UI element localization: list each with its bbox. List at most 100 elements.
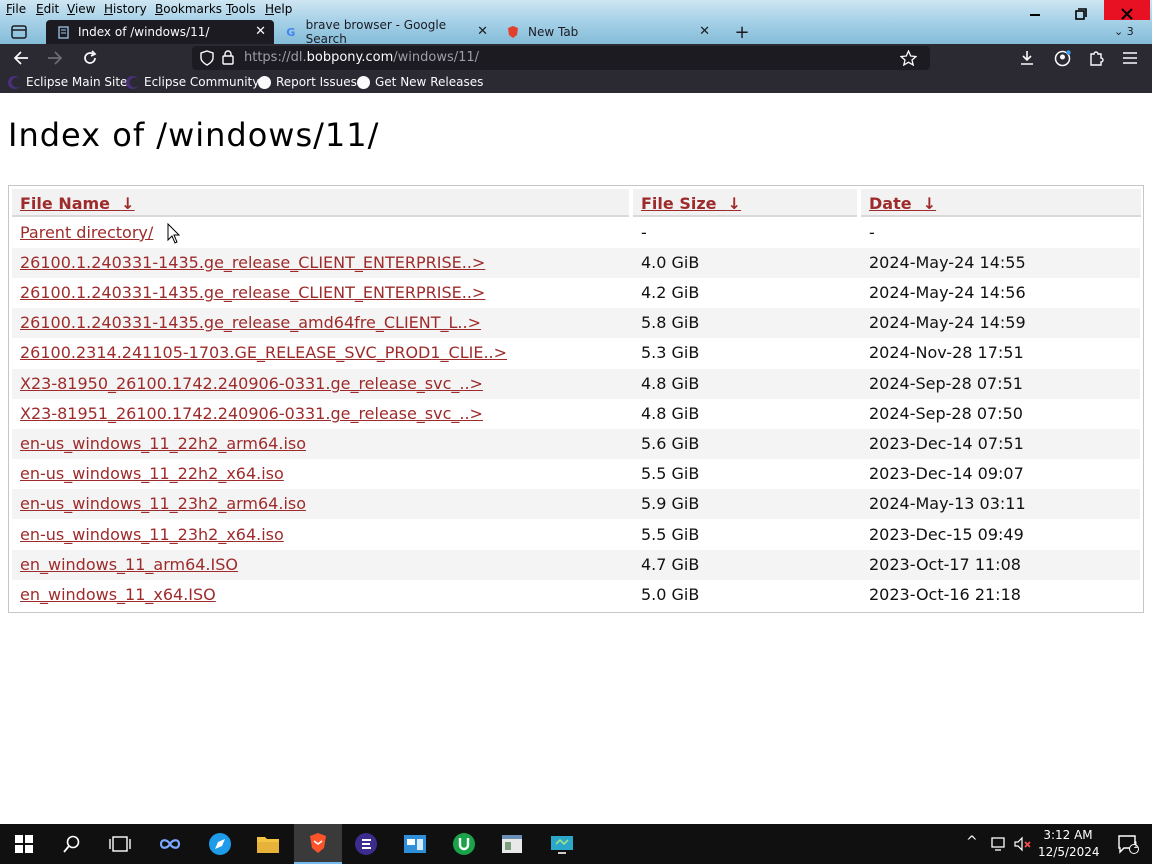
shield-icon[interactable] bbox=[200, 50, 214, 66]
file-date: 2023-Dec-14 07:51 bbox=[869, 434, 1024, 453]
url-prefix: https://dl. bbox=[244, 50, 307, 65]
bookmark-label: Eclipse Main Site bbox=[26, 75, 128, 89]
table-row: en-us_windows_11_22h2_x64.iso 5.5 GiB 20… bbox=[12, 459, 1140, 489]
url-text[interactable]: https://dl.bobpony.com/windows/11/ bbox=[244, 50, 479, 65]
search-button[interactable] bbox=[48, 824, 96, 864]
action-center-button[interactable]: 1 bbox=[1104, 824, 1152, 864]
windows-taskbar: ^ 3:12 AM 12/5/2024 1 bbox=[0, 824, 1152, 864]
tab-google-search[interactable]: G brave browser - Google Search ✕ bbox=[274, 18, 496, 46]
column-label: File Size bbox=[641, 194, 717, 213]
tab-overflow[interactable]: ⌄ 3 bbox=[1114, 25, 1134, 38]
chevron-down-icon: ⌄ bbox=[1114, 25, 1124, 38]
forward-button[interactable] bbox=[44, 48, 66, 68]
extensions-button[interactable] bbox=[1085, 48, 1107, 68]
tab-list-button[interactable] bbox=[8, 22, 30, 42]
taskbar-app-utorrent[interactable] bbox=[440, 824, 488, 864]
tab-close-icon[interactable]: ✕ bbox=[477, 24, 488, 39]
table-row: en_windows_11_arm64.ISO 4.7 GiB 2023-Oct… bbox=[12, 550, 1140, 580]
file-size: 4.2 GiB bbox=[641, 283, 700, 302]
file-size: 4.0 GiB bbox=[641, 253, 700, 272]
bookmark-eclipse-community[interactable]: Eclipse Community bbox=[126, 75, 259, 89]
tab-index-windows[interactable]: Index of /windows/11/ ✕ bbox=[46, 20, 274, 44]
bookmark-eclipse-main-site[interactable]: Eclipse Main Site bbox=[8, 75, 127, 89]
task-view-button[interactable] bbox=[96, 824, 144, 864]
file-date: 2024-Sep-28 07:50 bbox=[869, 404, 1023, 423]
file-name-link[interactable]: Parent directory/ bbox=[20, 223, 153, 242]
system-clock[interactable]: 3:12 AM 12/5/2024 bbox=[1038, 827, 1100, 861]
star-bookmark-icon[interactable] bbox=[900, 50, 917, 66]
file-name-link[interactable]: en_windows_11_arm64.ISO bbox=[20, 555, 238, 574]
file-name-link[interactable]: 26100.1.240331-1435.ge_release_amd64fre_… bbox=[20, 313, 481, 332]
sort-by-date-link[interactable]: Date ↓ bbox=[869, 194, 936, 213]
address-bar[interactable]: https://dl.bobpony.com/windows/11/ bbox=[192, 46, 930, 70]
mouse-pointer-icon bbox=[167, 223, 181, 244]
taskbar-app-browser[interactable] bbox=[196, 824, 244, 864]
file-date: 2023-Oct-16 21:18 bbox=[869, 585, 1021, 604]
firefox-view-icon bbox=[11, 25, 27, 39]
windows-logo-icon bbox=[15, 835, 33, 853]
file-name-link[interactable]: en_windows_11_x64.ISO bbox=[20, 585, 216, 604]
file-name-link[interactable]: 26100.1.240331-1435.ge_release_CLIENT_EN… bbox=[20, 253, 485, 272]
table-row: 26100.1.240331-1435.ge_release_CLIENT_EN… bbox=[12, 278, 1140, 308]
taskbar-app-window[interactable] bbox=[391, 824, 439, 864]
file-name-link[interactable]: X23-81950_26100.1742.240906-0331.ge_rele… bbox=[20, 374, 483, 393]
reload-button[interactable] bbox=[79, 48, 101, 68]
table-row: 26100.2314.241105-1703.GE_RELEASE_SVC_PR… bbox=[12, 338, 1140, 368]
file-name-link[interactable]: X23-81951_26100.1742.240906-0331.ge_rele… bbox=[20, 404, 483, 423]
menu-edit[interactable]: Edit bbox=[36, 2, 59, 16]
file-name-link[interactable]: en-us_windows_11_23h2_arm64.iso bbox=[20, 494, 306, 513]
file-name-link[interactable]: en-us_windows_11_22h2_arm64.iso bbox=[20, 434, 306, 453]
file-size: 4.7 GiB bbox=[641, 555, 700, 574]
notepad-icon bbox=[502, 835, 522, 853]
parent-directory-row: Parent directory/ - - bbox=[12, 218, 1140, 248]
file-name-link[interactable]: 26100.2314.241105-1703.GE_RELEASE_SVC_PR… bbox=[20, 343, 507, 362]
file-date: 2024-Nov-28 17:51 bbox=[869, 343, 1024, 362]
taskbar-app-brave[interactable] bbox=[294, 824, 342, 864]
clock-time: 3:12 AM bbox=[1043, 828, 1093, 842]
network-icon[interactable] bbox=[990, 836, 1008, 852]
sort-by-size-link[interactable]: File Size ↓ bbox=[641, 194, 741, 213]
taskbar-app-monitor[interactable] bbox=[538, 824, 586, 864]
column-label: Date bbox=[869, 194, 912, 213]
account-button[interactable] bbox=[1051, 48, 1073, 68]
url-domain: bobpony.com bbox=[306, 50, 394, 65]
downloads-button[interactable] bbox=[1016, 48, 1038, 68]
table-row: 26100.1.240331-1435.ge_release_amd64fre_… bbox=[12, 308, 1140, 338]
menu-help[interactable]: Help bbox=[265, 2, 292, 16]
column-header-name: File Name ↓ bbox=[12, 189, 629, 217]
tab-close-icon[interactable]: ✕ bbox=[255, 24, 266, 39]
new-tab-button[interactable]: + bbox=[731, 22, 753, 43]
app-window-icon bbox=[404, 835, 426, 853]
app-menu-button[interactable] bbox=[1119, 48, 1141, 68]
sort-by-name-link[interactable]: File Name ↓ bbox=[20, 194, 135, 213]
taskbar-app-infinity[interactable] bbox=[146, 824, 194, 864]
table-row: X23-81950_26100.1742.240906-0331.ge_rele… bbox=[12, 369, 1140, 399]
bookmarks-toolbar: Eclipse Main Site Eclipse Community Repo… bbox=[0, 72, 1152, 93]
menu-tools[interactable]: Tools bbox=[226, 2, 256, 16]
tab-new-tab[interactable]: New Tab ✕ bbox=[496, 20, 718, 44]
tab-close-icon[interactable]: ✕ bbox=[699, 24, 710, 39]
taskbar-app-notepad[interactable] bbox=[488, 824, 536, 864]
url-path: /windows/11/ bbox=[393, 50, 480, 65]
bookmark-get-new-releases[interactable]: Get New Releases bbox=[357, 75, 483, 89]
start-button[interactable] bbox=[0, 824, 48, 864]
file-size: 5.9 GiB bbox=[641, 494, 700, 513]
back-button[interactable] bbox=[10, 48, 32, 68]
menu-file[interactable]: File bbox=[6, 2, 26, 16]
file-size: 5.3 GiB bbox=[641, 343, 700, 362]
table-row: en-us_windows_11_22h2_arm64.iso 5.6 GiB … bbox=[12, 429, 1140, 459]
lock-icon[interactable] bbox=[222, 50, 234, 65]
menu-view[interactable]: View bbox=[67, 2, 95, 16]
file-name-link[interactable]: en-us_windows_11_23h2_x64.iso bbox=[20, 525, 284, 544]
show-hidden-icons-chevron-icon[interactable]: ^ bbox=[966, 834, 978, 850]
taskbar-app-eclipse[interactable] bbox=[342, 824, 390, 864]
volume-muted-icon[interactable] bbox=[1014, 836, 1032, 852]
menu-bookmarks[interactable]: Bookmarks bbox=[155, 2, 222, 16]
menu-history[interactable]: History bbox=[104, 2, 147, 16]
file-name-link[interactable]: 26100.1.240331-1435.ge_release_CLIENT_EN… bbox=[20, 283, 485, 302]
file-date: 2024-May-24 14:55 bbox=[869, 253, 1026, 272]
bookmark-report-issues[interactable]: Report Issues bbox=[258, 75, 357, 89]
taskbar-app-file-explorer[interactable] bbox=[244, 824, 292, 864]
close-icon bbox=[1121, 8, 1133, 20]
file-name-link[interactable]: en-us_windows_11_22h2_x64.iso bbox=[20, 464, 284, 483]
